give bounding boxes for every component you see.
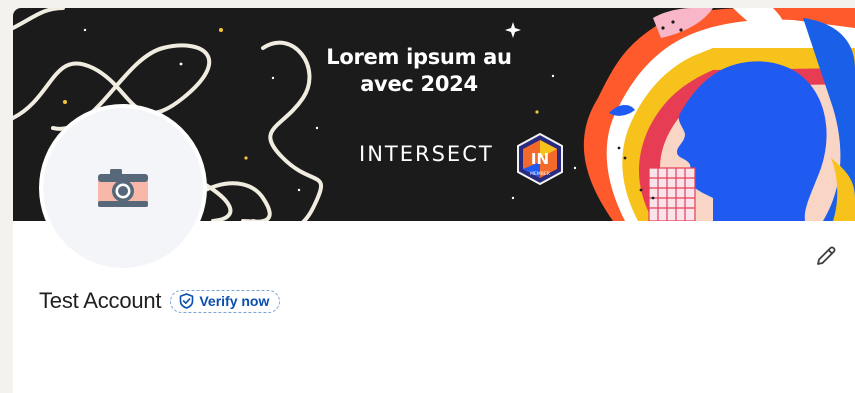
- member-badge-text: IN: [531, 150, 549, 168]
- camera-icon: [98, 169, 148, 207]
- profile-card: Lorem ipsum au avec 2024 INTERSECT IN ME…: [13, 8, 855, 393]
- banner-brand-logo: INTERSECT: [359, 142, 494, 166]
- pencil-icon: [817, 246, 836, 265]
- verify-now-button[interactable]: Verify now: [170, 289, 281, 313]
- member-badge-icon: IN MEMBER: [517, 132, 563, 186]
- member-badge-subtext: MEMBER: [530, 171, 550, 177]
- edit-profile-button[interactable]: [812, 242, 840, 270]
- profile-name: Test Account: [39, 288, 162, 313]
- banner-headline: Lorem ipsum au avec 2024: [309, 44, 529, 98]
- banner-headline-line1: Lorem ipsum au: [326, 45, 512, 69]
- banner-headline-line2: avec 2024: [360, 72, 478, 96]
- profile-name-row: Test Account Verify now: [39, 288, 281, 314]
- shield-check-icon: [180, 293, 194, 309]
- profile-avatar[interactable]: [39, 104, 207, 272]
- verify-now-label: Verify now: [199, 293, 270, 309]
